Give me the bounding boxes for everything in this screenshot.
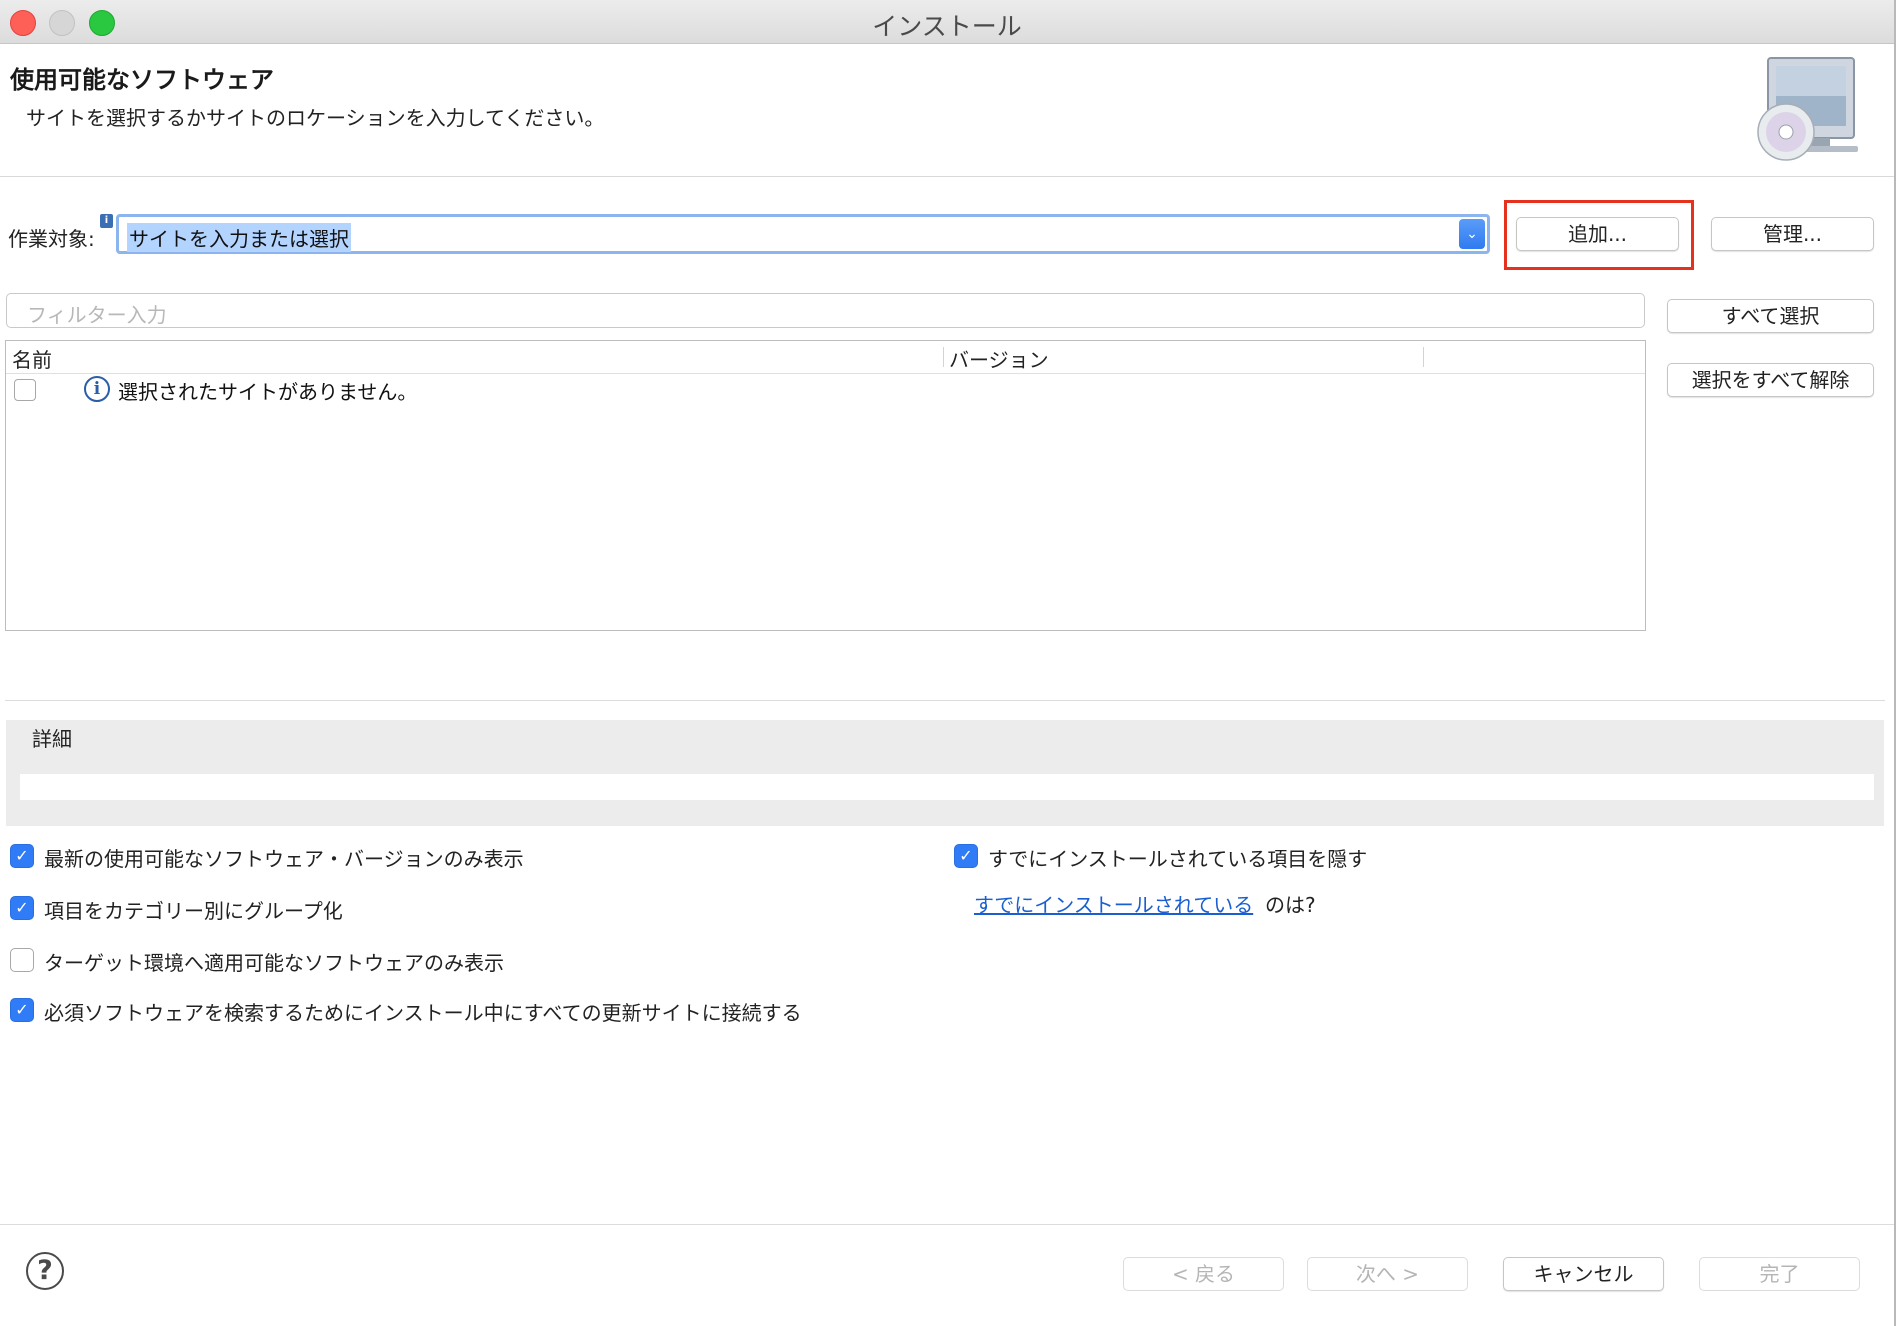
footer-divider: [0, 1224, 1894, 1225]
help-icon[interactable]: ?: [26, 1252, 64, 1290]
column-separator: [1423, 347, 1424, 367]
work-with-combo-value[interactable]: サイトを入力または選択: [127, 223, 351, 252]
info-icon: i: [84, 376, 110, 402]
page-title: 使用可能なソフトウェア: [10, 66, 274, 94]
wizard-header: 使用可能なソフトウェア サイトを選択するかサイトのロケーションを入力してください…: [0, 44, 1894, 177]
latest-only-checkbox[interactable]: ✓: [10, 844, 34, 868]
work-with-combo[interactable]: サイトを入力または選択 ⌄: [116, 214, 1490, 254]
back-button[interactable]: < 戻る: [1123, 1257, 1284, 1291]
row-label: 選択されたサイトがありません。: [118, 380, 418, 404]
column-header-name[interactable]: 名前: [12, 344, 52, 373]
group-by-category-checkbox[interactable]: ✓: [10, 896, 34, 920]
content-assist-info-icon: i: [100, 214, 113, 228]
filter-placeholder: フィルター入力: [27, 303, 167, 327]
target-env-only-label[interactable]: ターゲット環境へ適用可能なソフトウェアのみ表示: [44, 947, 504, 976]
cancel-button[interactable]: キャンセル: [1503, 1257, 1664, 1291]
already-installed-link[interactable]: すでにインストールされている: [974, 889, 1253, 918]
finish-button[interactable]: 完了: [1699, 1257, 1860, 1291]
hide-installed-checkbox[interactable]: ✓: [954, 844, 978, 868]
section-divider: [5, 700, 1885, 701]
column-separator: [943, 347, 944, 367]
hide-installed-label[interactable]: すでにインストールされている項目を隠す: [988, 843, 1367, 872]
group-by-category-label[interactable]: 項目をカテゴリー別にグループ化: [44, 895, 343, 924]
latest-only-label[interactable]: 最新の使用可能なソフトウェア・バージョンのみ表示: [44, 843, 524, 872]
row-checkbox[interactable]: [14, 379, 36, 401]
manage-sites-button[interactable]: 管理...: [1711, 217, 1874, 251]
already-installed-suffix: のは?: [1265, 893, 1316, 917]
details-label: 詳細: [32, 727, 72, 751]
software-table[interactable]: 名前 バージョン i 選択されたサイトがありません。: [5, 340, 1646, 631]
install-window: インストール 使用可能なソフトウェア サイトを選択するかサイトのロケーションを入…: [0, 0, 1896, 1326]
select-all-button[interactable]: すべて選択: [1667, 299, 1874, 333]
page-description: サイトを選択するかサイトのロケーションを入力してください。: [26, 106, 605, 130]
details-text-area[interactable]: [20, 774, 1874, 800]
title-bar: インストール: [0, 0, 1894, 44]
chevron-down-icon[interactable]: ⌄: [1459, 219, 1485, 249]
install-software-graphic-icon: [1757, 57, 1858, 161]
filter-input[interactable]: フィルター入力: [6, 293, 1645, 328]
column-header-version[interactable]: バージョン: [949, 344, 1049, 373]
deselect-all-button[interactable]: 選択をすべて解除: [1667, 363, 1874, 397]
next-button[interactable]: 次へ >: [1307, 1257, 1468, 1291]
work-with-label: 作業対象:: [8, 227, 95, 251]
target-env-only-checkbox[interactable]: [10, 948, 34, 972]
window-title: インストール: [872, 12, 1022, 41]
add-button-highlight: [1504, 200, 1694, 270]
table-header: 名前 バージョン: [6, 341, 1645, 374]
contact-all-sites-label[interactable]: 必須ソフトウェアを検索するためにインストール中にすべての更新サイトに接続する: [44, 997, 802, 1026]
contact-all-sites-checkbox[interactable]: ✓: [10, 998, 34, 1022]
details-group: 詳細: [6, 720, 1884, 826]
